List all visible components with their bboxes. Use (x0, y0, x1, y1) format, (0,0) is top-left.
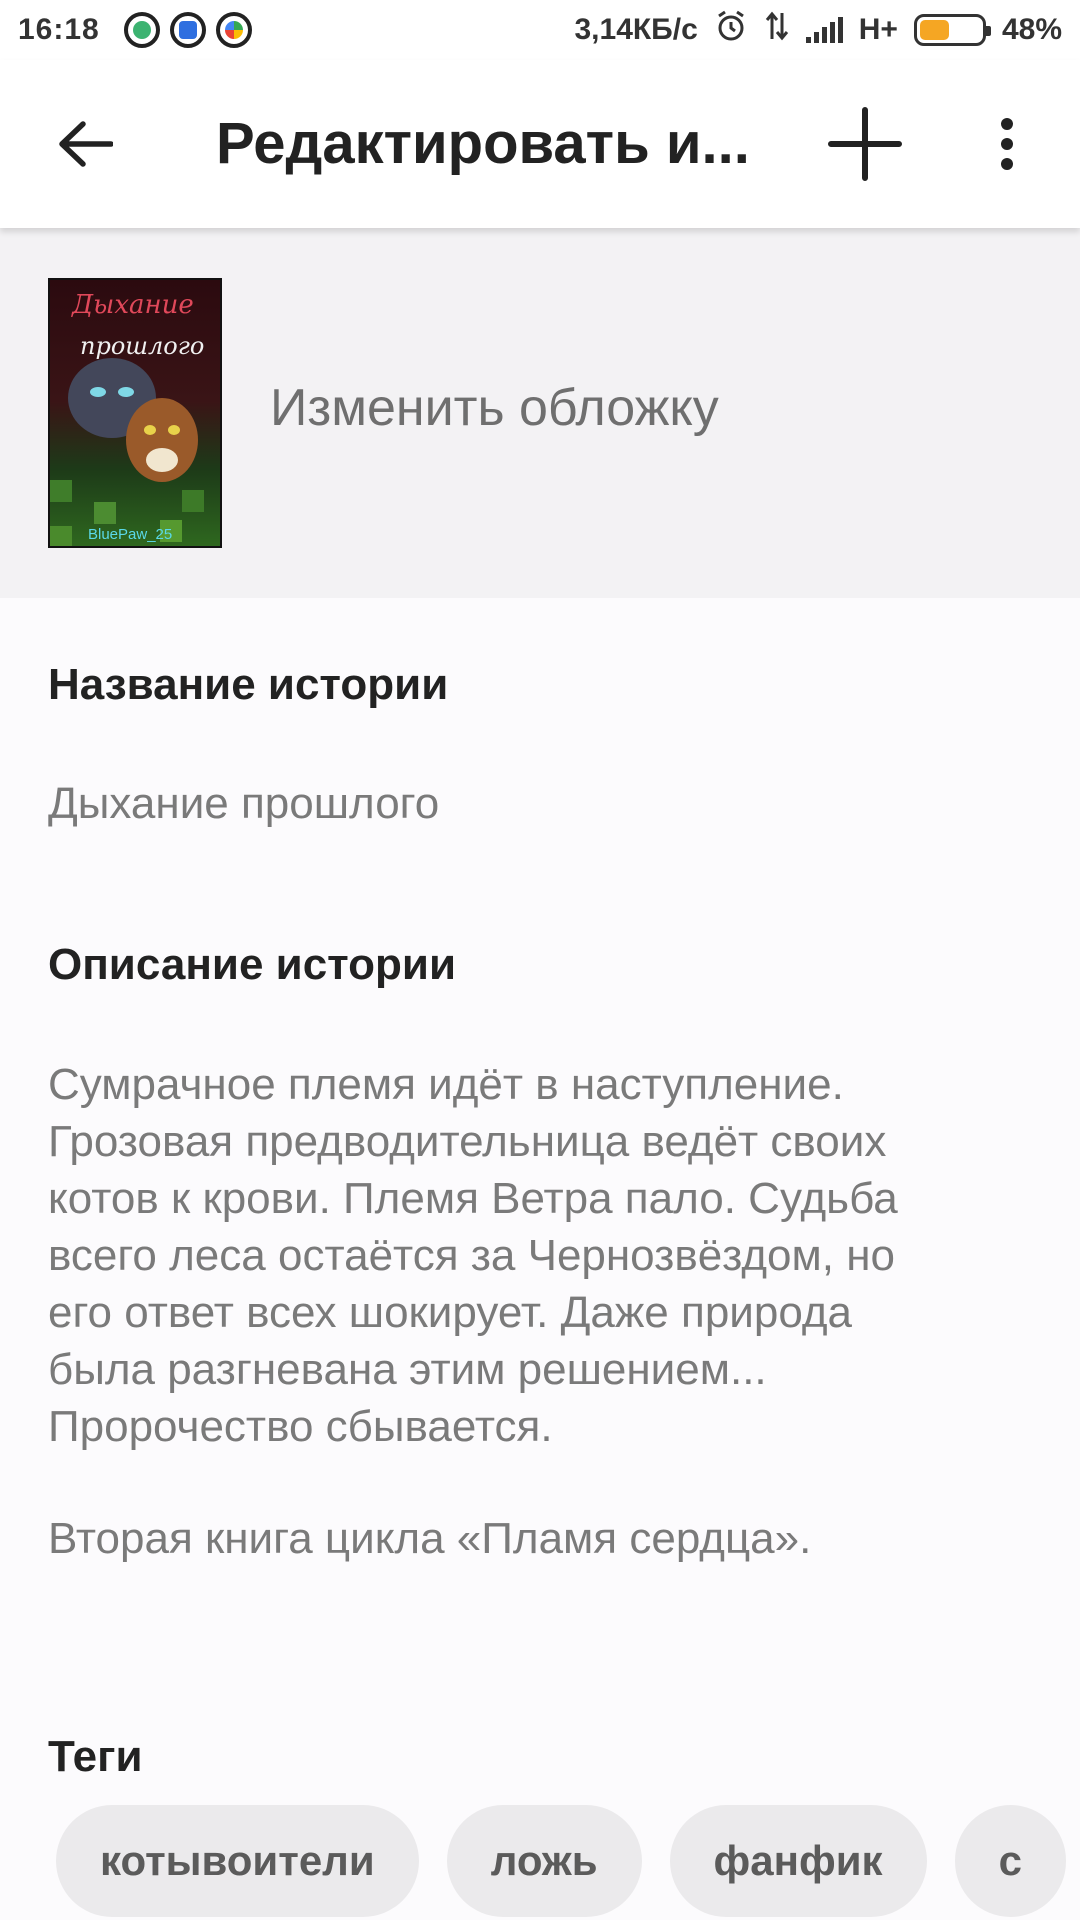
play-store-icon (215, 12, 252, 48)
change-cover-button[interactable]: Изменить обложку (270, 378, 719, 438)
tag-chip[interactable]: фанфик (669, 1805, 927, 1917)
data-transfer-icon (764, 11, 790, 49)
add-button[interactable] (810, 89, 920, 199)
description-line: всего леса остаётся за Чернозвёздом, но (48, 1231, 895, 1280)
tag-chip[interactable]: с (954, 1805, 1066, 1917)
status-left: 16:18 (18, 12, 252, 48)
plus-icon (828, 107, 902, 181)
status-right: 3,14КБ/с H+ 48% (574, 9, 1062, 51)
story-title-label: Название истории (48, 660, 449, 709)
more-options-button[interactable] (952, 89, 1062, 199)
description-line: его ответ всех шокирует. Даже природа (48, 1288, 852, 1337)
signal-icon (805, 17, 843, 43)
description-line: Пророчество сбывается. (48, 1402, 553, 1451)
cover-author: BluePaw_25 (88, 526, 173, 543)
tag-chip[interactable]: котывоители (56, 1805, 419, 1917)
story-description-label: Описание истории (48, 940, 456, 989)
alarm-icon (714, 9, 748, 51)
arrow-left-icon (59, 121, 113, 167)
cover-image[interactable]: Дыхание прошлого BluePaw_25 (48, 278, 222, 548)
story-title-field[interactable]: Дыхание прошлого (48, 775, 439, 832)
battery-percent: 48% (1001, 13, 1062, 46)
more-vertical-icon (1001, 118, 1013, 170)
cover-title-line1: Дыхание (72, 290, 194, 320)
status-time: 16:18 (18, 13, 100, 46)
network-speed: 3,14КБ/с (574, 13, 698, 46)
tags-label: Теги (48, 1732, 143, 1781)
story-description-field[interactable]: Сумрачное племя идёт в наступление. Гроз… (48, 1056, 1028, 1455)
toolbar-title: Редактировать и... (216, 111, 750, 176)
edit-story-screen: 16:18 3,14КБ/с H+ 48% Редактировать и...… (0, 0, 1080, 1920)
toolbar: Редактировать и... (0, 60, 1080, 228)
description-line: Сумрачное племя идёт в наступление. (48, 1060, 844, 1109)
android-app-icon (123, 12, 160, 48)
description-line: котов к крови. Племя Ветра пало. Судьба (48, 1174, 898, 1223)
battery-fill (919, 20, 949, 40)
cover-section: Дыхание прошлого BluePaw_25 Изменить обл… (0, 228, 1080, 598)
tags-row: котывоители ложь фанфик с (56, 1805, 1066, 1917)
back-button[interactable] (30, 89, 140, 199)
cover-title-line2: прошлого (80, 332, 205, 360)
description-line: была разгневана этим решением... (48, 1345, 767, 1394)
blue-app-icon (169, 12, 206, 48)
description-footer[interactable]: Вторая книга цикла «Пламя сердца». (48, 1510, 811, 1567)
battery-icon (913, 14, 991, 46)
tag-chip[interactable]: ложь (446, 1805, 642, 1917)
status-bar: 16:18 3,14КБ/с H+ 48% (0, 0, 1080, 60)
network-type: H+ (858, 13, 898, 46)
description-line: Грозовая предводительница ведёт своих (48, 1117, 887, 1166)
